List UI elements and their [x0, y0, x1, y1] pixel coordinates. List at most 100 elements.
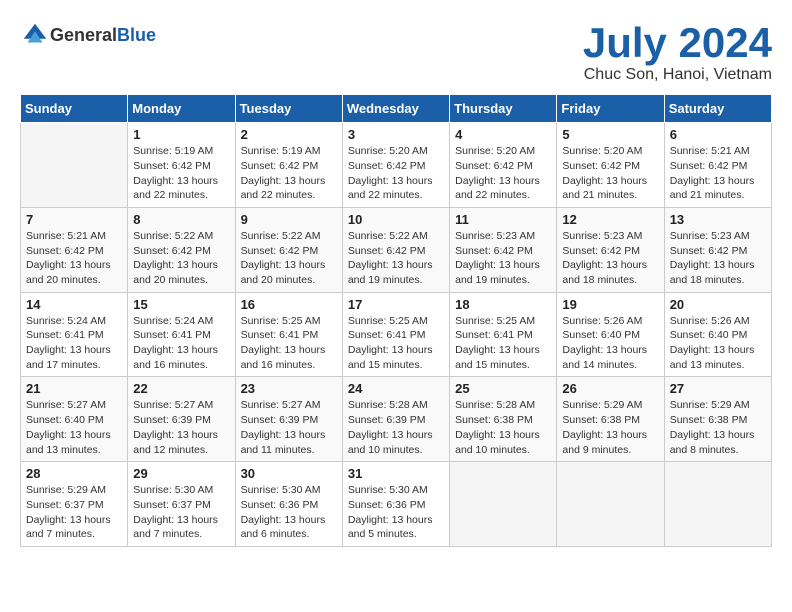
day-info: Sunrise: 5:28 AM Sunset: 6:39 PM Dayligh… [348, 398, 444, 457]
day-number: 31 [348, 466, 444, 481]
calendar-cell: 31 Sunrise: 5:30 AM Sunset: 6:36 PM Dayli… [342, 462, 449, 547]
day-info: Sunrise: 5:25 AM Sunset: 6:41 PM Dayligh… [348, 314, 444, 373]
day-info: Sunrise: 5:19 AM Sunset: 6:42 PM Dayligh… [241, 144, 337, 203]
calendar-header: Sunday Monday Tuesday Wednesday Thursday… [21, 95, 772, 123]
day-info: Sunrise: 5:23 AM Sunset: 6:42 PM Dayligh… [455, 229, 551, 288]
day-info: Sunrise: 5:28 AM Sunset: 6:38 PM Dayligh… [455, 398, 551, 457]
calendar-cell: 13 Sunrise: 5:23 AM Sunset: 6:42 PM Dayli… [664, 207, 771, 292]
day-number: 14 [26, 297, 122, 312]
day-number: 10 [348, 212, 444, 227]
day-info: Sunrise: 5:21 AM Sunset: 6:42 PM Dayligh… [670, 144, 766, 203]
day-info: Sunrise: 5:23 AM Sunset: 6:42 PM Dayligh… [670, 229, 766, 288]
day-number: 9 [241, 212, 337, 227]
day-info: Sunrise: 5:21 AM Sunset: 6:42 PM Dayligh… [26, 229, 122, 288]
day-info: Sunrise: 5:27 AM Sunset: 6:39 PM Dayligh… [241, 398, 337, 457]
day-info: Sunrise: 5:24 AM Sunset: 6:41 PM Dayligh… [133, 314, 229, 373]
day-number: 6 [670, 127, 766, 142]
calendar-title: July 2024 [583, 20, 772, 66]
calendar-week-1: 1Sunrise: 5:19 AM Sunset: 6:42 PM Daylig… [21, 123, 772, 208]
logo-icon [20, 20, 50, 50]
calendar-cell [557, 462, 664, 547]
calendar-cell [21, 123, 128, 208]
calendar-cell [450, 462, 557, 547]
day-info: Sunrise: 5:22 AM Sunset: 6:42 PM Dayligh… [241, 229, 337, 288]
day-info: Sunrise: 5:27 AM Sunset: 6:39 PM Dayligh… [133, 398, 229, 457]
day-number: 7 [26, 212, 122, 227]
calendar-cell: 1Sunrise: 5:19 AM Sunset: 6:42 PM Daylig… [128, 123, 235, 208]
day-number: 24 [348, 381, 444, 396]
day-info: Sunrise: 5:23 AM Sunset: 6:42 PM Dayligh… [562, 229, 658, 288]
day-number: 19 [562, 297, 658, 312]
day-info: Sunrise: 5:27 AM Sunset: 6:40 PM Dayligh… [26, 398, 122, 457]
day-number: 12 [562, 212, 658, 227]
logo-blue: Blue [117, 25, 156, 45]
day-number: 26 [562, 381, 658, 396]
day-info: Sunrise: 5:20 AM Sunset: 6:42 PM Dayligh… [455, 144, 551, 203]
calendar-cell: 16Sunrise: 5:25 AM Sunset: 6:41 PM Dayli… [235, 292, 342, 377]
calendar-cell: 11 Sunrise: 5:23 AM Sunset: 6:42 PM Dayli… [450, 207, 557, 292]
day-number: 8 [133, 212, 229, 227]
calendar-cell: 27 Sunrise: 5:29 AM Sunset: 6:38 PM Dayli… [664, 377, 771, 462]
day-number: 13 [670, 212, 766, 227]
calendar-cell: 10 Sunrise: 5:22 AM Sunset: 6:42 PM Dayli… [342, 207, 449, 292]
col-sunday: Sunday [21, 95, 128, 123]
logo: GeneralBlue [20, 20, 156, 50]
col-thursday: Thursday [450, 95, 557, 123]
col-saturday: Saturday [664, 95, 771, 123]
day-info: Sunrise: 5:20 AM Sunset: 6:42 PM Dayligh… [562, 144, 658, 203]
calendar-cell: 26 Sunrise: 5:29 AM Sunset: 6:38 PM Dayli… [557, 377, 664, 462]
day-number: 22 [133, 381, 229, 396]
calendar-cell: 12 Sunrise: 5:23 AM Sunset: 6:42 PM Dayli… [557, 207, 664, 292]
col-monday: Monday [128, 95, 235, 123]
calendar-cell: 2 Sunrise: 5:19 AM Sunset: 6:42 PM Daylig… [235, 123, 342, 208]
calendar-cell: 28 Sunrise: 5:29 AM Sunset: 6:37 PM Dayli… [21, 462, 128, 547]
day-info: Sunrise: 5:29 AM Sunset: 6:38 PM Dayligh… [670, 398, 766, 457]
day-number: 4 [455, 127, 551, 142]
days-of-week-row: Sunday Monday Tuesday Wednesday Thursday… [21, 95, 772, 123]
calendar-week-4: 21 Sunrise: 5:27 AM Sunset: 6:40 PM Dayli… [21, 377, 772, 462]
day-info: Sunrise: 5:30 AM Sunset: 6:36 PM Dayligh… [241, 483, 337, 542]
calendar-week-2: 7 Sunrise: 5:21 AM Sunset: 6:42 PM Daylig… [21, 207, 772, 292]
calendar-cell: 8 Sunrise: 5:22 AM Sunset: 6:42 PM Daylig… [128, 207, 235, 292]
day-info: Sunrise: 5:25 AM Sunset: 6:41 PM Dayligh… [241, 314, 337, 373]
day-number: 28 [26, 466, 122, 481]
day-info: Sunrise: 5:22 AM Sunset: 6:42 PM Dayligh… [348, 229, 444, 288]
calendar-week-3: 14 Sunrise: 5:24 AM Sunset: 6:41 PM Dayli… [21, 292, 772, 377]
col-wednesday: Wednesday [342, 95, 449, 123]
day-info: Sunrise: 5:30 AM Sunset: 6:36 PM Dayligh… [348, 483, 444, 542]
day-info: Sunrise: 5:30 AM Sunset: 6:37 PM Dayligh… [133, 483, 229, 542]
day-info: Sunrise: 5:24 AM Sunset: 6:41 PM Dayligh… [26, 314, 122, 373]
day-number: 29 [133, 466, 229, 481]
day-number: 18 [455, 297, 551, 312]
day-number: 17 [348, 297, 444, 312]
logo-general: General [50, 25, 117, 45]
calendar-body: 1Sunrise: 5:19 AM Sunset: 6:42 PM Daylig… [21, 123, 772, 547]
calendar-week-5: 28 Sunrise: 5:29 AM Sunset: 6:37 PM Dayli… [21, 462, 772, 547]
day-number: 5 [562, 127, 658, 142]
calendar-cell: 22 Sunrise: 5:27 AM Sunset: 6:39 PM Dayli… [128, 377, 235, 462]
calendar-cell: 6 Sunrise: 5:21 AM Sunset: 6:42 PM Daylig… [664, 123, 771, 208]
calendar-cell: 4 Sunrise: 5:20 AM Sunset: 6:42 PM Daylig… [450, 123, 557, 208]
day-info: Sunrise: 5:29 AM Sunset: 6:38 PM Dayligh… [562, 398, 658, 457]
day-info: Sunrise: 5:19 AM Sunset: 6:42 PM Dayligh… [133, 144, 229, 203]
col-tuesday: Tuesday [235, 95, 342, 123]
day-number: 15 [133, 297, 229, 312]
day-number: 11 [455, 212, 551, 227]
calendar-cell: 21 Sunrise: 5:27 AM Sunset: 6:40 PM Dayli… [21, 377, 128, 462]
day-number: 23 [241, 381, 337, 396]
day-info: Sunrise: 5:26 AM Sunset: 6:40 PM Dayligh… [562, 314, 658, 373]
day-number: 21 [26, 381, 122, 396]
calendar-table: Sunday Monday Tuesday Wednesday Thursday… [20, 94, 772, 547]
day-number: 2 [241, 127, 337, 142]
day-info: Sunrise: 5:25 AM Sunset: 6:41 PM Dayligh… [455, 314, 551, 373]
day-number: 3 [348, 127, 444, 142]
day-info: Sunrise: 5:22 AM Sunset: 6:42 PM Dayligh… [133, 229, 229, 288]
col-friday: Friday [557, 95, 664, 123]
day-info: Sunrise: 5:29 AM Sunset: 6:37 PM Dayligh… [26, 483, 122, 542]
calendar-cell: 19 Sunrise: 5:26 AM Sunset: 6:40 PM Dayli… [557, 292, 664, 377]
calendar-cell: 20Sunrise: 5:26 AM Sunset: 6:40 PM Dayli… [664, 292, 771, 377]
calendar-cell: 25Sunrise: 5:28 AM Sunset: 6:38 PM Dayli… [450, 377, 557, 462]
calendar-cell: 30Sunrise: 5:30 AM Sunset: 6:36 PM Dayli… [235, 462, 342, 547]
day-number: 27 [670, 381, 766, 396]
calendar-cell: 9 Sunrise: 5:22 AM Sunset: 6:42 PM Daylig… [235, 207, 342, 292]
